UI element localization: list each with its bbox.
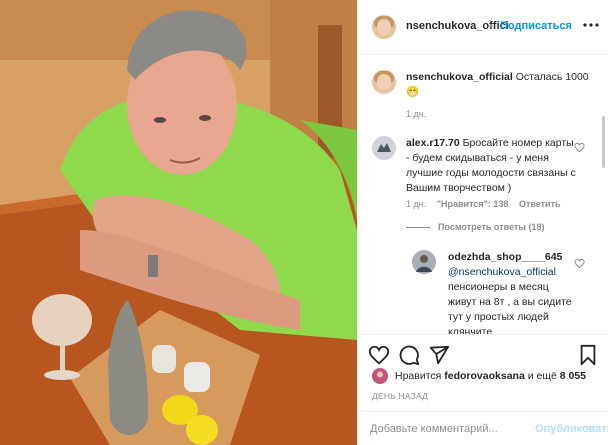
caption-avatar[interactable] — [372, 70, 396, 94]
comment-meta: 1 дн. "Нравится": 138 Ответить — [406, 199, 569, 209]
bookmark-icon[interactable] — [577, 344, 599, 366]
share-icon[interactable] — [428, 344, 450, 366]
view-replies-label[interactable]: Посмотреть ответы (18) — [438, 222, 544, 232]
caption-time: 1 дн. — [406, 109, 427, 119]
comment-row — [372, 136, 396, 163]
pepper-shaker — [184, 362, 210, 392]
lemon — [186, 415, 218, 445]
separator-dot: • — [489, 20, 493, 32]
comments-scrollbar[interactable] — [602, 116, 605, 168]
reply-body: пенсионеры в месяц живут на 8т , а вы си… — [448, 281, 572, 334]
comment-text: alex.r17.70 Бросайте номер карты - будем… — [406, 136, 578, 196]
post-side-panel: nsenchukova_offici • Подписаться nsenchu… — [357, 0, 608, 445]
more-icon[interactable] — [580, 14, 602, 36]
likes-middle: и ещё — [527, 370, 557, 382]
commenter-avatar[interactable] — [372, 136, 396, 160]
publish-button[interactable]: Опубликовать — [535, 423, 608, 435]
comment-time: 1 дн. — [406, 199, 427, 209]
reply-avatar[interactable] — [412, 250, 436, 277]
author-username[interactable]: nsenchukova_offici — [406, 20, 509, 32]
post-photo[interactable] — [0, 0, 357, 445]
post-date[interactable]: ДЕНЬ НАЗАД — [372, 391, 428, 401]
reply-like-icon[interactable] — [574, 258, 585, 269]
likes-count[interactable]: 8 055 — [560, 370, 586, 382]
view-replies[interactable]: Посмотреть ответы (18) — [406, 222, 544, 232]
caption-text: nsenchukova_official Осталась 1000 😁 — [406, 70, 596, 100]
reply-mention[interactable]: @nsenchukova_official — [448, 266, 556, 278]
photo-illustration — [0, 0, 357, 445]
follow-button[interactable]: Подписаться — [500, 20, 572, 32]
heart-icon[interactable] — [368, 344, 390, 366]
comment-username[interactable]: alex.r17.70 — [406, 137, 460, 149]
reply-button[interactable]: Ответить — [519, 199, 561, 209]
post-header: nsenchukova_offici • Подписаться — [358, 0, 608, 55]
add-comment-bar: Опубликовать — [358, 411, 608, 445]
comment-like-icon[interactable] — [574, 142, 585, 153]
author-avatar[interactable] — [372, 15, 396, 39]
likes-prefix: Нравится — [395, 370, 442, 382]
reply-text: odezhda_shop____645 @nsenchukova_officia… — [448, 250, 576, 334]
salt-shaker — [152, 345, 176, 373]
comment-likes[interactable]: "Нравится": 138 — [437, 199, 509, 209]
comment-input[interactable] — [370, 421, 530, 437]
caption-emoji: 😁 — [406, 86, 420, 98]
comments-list[interactable]: nsenchukova_official Осталась 1000 😁 1 д… — [358, 56, 608, 334]
likes-text: Нравится fedorovaoksana и ещё 8 055 — [395, 370, 586, 382]
likes-user[interactable]: fedorovaoksana — [444, 370, 525, 382]
caption-username[interactable]: nsenchukova_official — [406, 71, 513, 83]
liker-avatar — [372, 368, 388, 384]
comment-icon[interactable] — [398, 344, 420, 366]
reply-username[interactable]: odezhda_shop____645 — [448, 251, 562, 263]
caption-meta: 1 дн. — [406, 109, 434, 119]
wine-glass — [32, 294, 92, 346]
reply-avatar-image — [412, 250, 436, 274]
caption-body: Осталась 1000 — [515, 71, 589, 83]
